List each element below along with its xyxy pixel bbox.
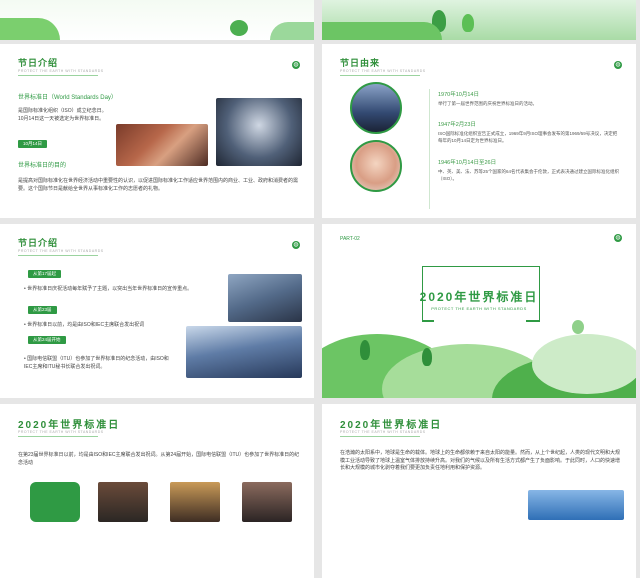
tree-decoration	[422, 348, 432, 366]
slide-title: 2020年世界标准日	[340, 420, 443, 431]
timeline-text: 中、英、美、法、苏等25个国家的64名代表集会于伦敦，正式表决通过建立国际标准化…	[438, 169, 620, 181]
title-divider	[18, 255, 98, 256]
milestone-text: • 国际电信联盟（ITU）也参加了世界标准日的纪念活动，由ISO和IEC主席和I…	[24, 356, 169, 370]
slide-subtitle: PROTECT THE EARTH WITH STANDARDS	[18, 69, 104, 73]
slide-top-left-fragment[interactable]	[0, 0, 314, 40]
milestone-tag: 从第23届	[28, 306, 57, 314]
part-label: PART-02	[340, 236, 360, 242]
title-divider	[18, 436, 98, 437]
slide-festival-intro[interactable]: 节日介绍 PROTECT THE EARTH WITH STANDARDS ◍ …	[0, 44, 314, 218]
part-title: 2020年世界标准日	[419, 290, 539, 304]
slide-2020-standards-day-2[interactable]: 2020年世界标准日 PROTECT THE EARTH WITH STANDA…	[322, 404, 636, 578]
slide-part-02[interactable]: PART-02 ◍ 2020年世界标准日 PROTECT THE EARTH W…	[322, 224, 636, 398]
date-tag: 10月14日	[18, 140, 48, 148]
audience-photo	[216, 98, 302, 166]
timeline-text: 举行了第一届世界范围的庆祝世界标准日的活动。	[438, 101, 537, 106]
portrait-photo	[98, 482, 148, 522]
title-divider	[18, 75, 98, 76]
purpose-paragraph: 是提高对国际标准化在世界经济活动中重要性的认识，以促进国际标准化工作适应世界范围…	[18, 178, 299, 192]
milestone-tag: 从第17届起	[28, 270, 62, 278]
hill-decoration	[0, 18, 60, 40]
globe-icon: ◍	[292, 241, 300, 249]
milestone-text-content: 世界标准日以前，均是由ISO和IEC主席联合发出祝词	[27, 322, 145, 328]
timeline-date: 1946年10月14日至26日	[438, 160, 497, 166]
parliament-building-photo	[186, 326, 302, 378]
slide-festival-origin[interactable]: 节日由来 PROTECT THE EARTH WITH STANDARDS ◍ …	[322, 44, 636, 218]
slide-subtitle: PROTECT THE EARTH WITH STANDARDS	[18, 430, 104, 434]
slide-2020-standards-day[interactable]: 2020年世界标准日 PROTECT THE EARTH WITH STANDA…	[0, 404, 314, 578]
milestone-text-content: 世界标准日庆祝活动每年赋予了主题，以突出当年世界标准日的宣传重点。	[27, 286, 193, 292]
slide-festival-intro-2[interactable]: 节日介绍 PROTECT THE EARTH WITH STANDARDS ◍ …	[0, 224, 314, 398]
hill-decoration	[532, 334, 636, 394]
timeline-line	[429, 89, 430, 209]
globe-icon: ◍	[292, 61, 300, 69]
milestone-text: • 世界标准日庆祝活动每年赋予了主题，以突出当年世界标准日的宣传重点。	[24, 286, 193, 292]
timeline-date: 1970年10月14日	[438, 92, 479, 98]
green-card	[30, 482, 80, 522]
timeline-text: ISO国际标准化组织宣告正式成立，1969年9月ISO理事会发布的第1969/5…	[438, 131, 618, 143]
title-frame	[422, 320, 434, 322]
hill-decoration	[322, 22, 442, 40]
intro-paragraph: 是国际标准化组织（ISO）成立纪念日。10月14日这一天被选定为世界标准日。	[18, 108, 107, 122]
tree-decoration	[360, 340, 370, 360]
slide-subtitle: PROTECT THE EARTH WITH STANDARDS	[340, 430, 426, 434]
hill-decoration	[270, 22, 314, 40]
portrait-photo	[242, 482, 292, 522]
tree-decoration	[230, 20, 248, 36]
slide-title: 节日由来	[340, 58, 381, 68]
slide-subtitle: PROTECT THE EARTH WITH STANDARDS	[18, 249, 104, 253]
event-paragraph: 在浩瀚的太阳系中，地球是生命的载体。地球上的生命都依赖于来自太阳的能量。然而，从…	[340, 450, 621, 471]
tree-decoration	[462, 14, 474, 32]
portrait-photo	[170, 482, 220, 522]
city-circle-photo	[350, 82, 402, 134]
title-divider	[340, 75, 420, 76]
slide-title: 节日介绍	[18, 238, 59, 248]
purpose-heading: 世界标准日的目的	[18, 163, 67, 169]
milestone-text-content: 国际电信联盟（ITU）也参加了世界标准日的纪念活动，由ISO和IEC主席和ITU…	[24, 356, 169, 370]
handshake-circle-photo	[350, 140, 402, 192]
slide-subtitle: PROTECT THE EARTH WITH STANDARDS	[340, 69, 426, 73]
title-frame	[526, 320, 540, 322]
event-paragraph: 在第23届世界标准日以前，均是由ISO和IEC主席联合发出祝词。从第24届开始，…	[18, 452, 300, 466]
globe-icon: ◍	[614, 234, 622, 242]
globe-icon: ◍	[614, 61, 622, 69]
balloon-icon	[572, 320, 584, 334]
earth-photo	[528, 490, 624, 520]
conference-hall-photo	[116, 124, 208, 166]
part-subtitle: PROTECT THE EARTH WITH STANDARDS	[431, 306, 527, 311]
building-photo	[228, 274, 302, 322]
title-divider	[340, 436, 420, 437]
timeline-date: 1947年2月23日	[438, 122, 476, 128]
slide-title: 2020年世界标准日	[18, 420, 121, 431]
slide-top-right-fragment[interactable]	[322, 0, 636, 40]
section-heading: 世界标准日（World Standards Day）	[18, 95, 117, 101]
milestone-text: • 世界标准日以前，均是由ISO和IEC主席联合发出祝词	[24, 322, 145, 328]
slide-title: 节日介绍	[18, 58, 59, 68]
milestone-tag: 从第24届开始	[28, 336, 66, 344]
